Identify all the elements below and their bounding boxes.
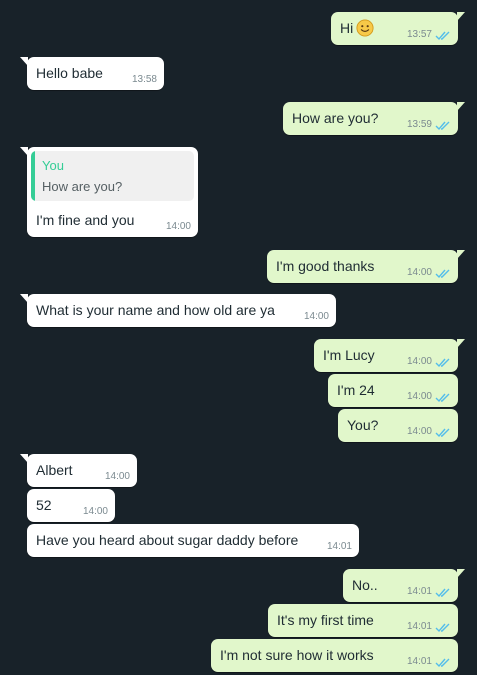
message-time: 13:59 <box>406 119 432 130</box>
message-text: Hi <box>340 20 354 36</box>
double-check-read-icon <box>435 658 450 667</box>
message-meta: 14:01 <box>407 621 451 633</box>
double-check-read-icon <box>435 269 450 278</box>
message-text: Have you heard about sugar daddy before <box>36 532 299 548</box>
message-meta: 14:00 <box>407 356 451 368</box>
bubble-tail <box>20 454 28 463</box>
message-text: Albert <box>36 462 73 478</box>
message-text: I'm 24 <box>337 382 375 398</box>
message-meta: 13:59 <box>407 119 451 131</box>
message-text: 52 <box>36 497 52 513</box>
quote-accent-bar <box>31 151 35 201</box>
message-text: How are you? <box>292 110 379 126</box>
message-text: It's my first time <box>277 612 374 628</box>
message-meta: 14:00 <box>407 391 451 403</box>
chat-message-list: Hi 13:57 Hello babe 13:58 How are you? 1… <box>0 0 477 675</box>
message-meta: 14:01 <box>327 541 352 553</box>
message-text: No.. <box>352 577 378 593</box>
outgoing-message[interactable]: I'm 24 14:00 <box>328 374 458 407</box>
bubble-tail <box>457 339 465 348</box>
outgoing-message[interactable]: Hi 13:57 <box>331 12 465 45</box>
message-text: You? <box>347 417 379 433</box>
message-text: I'm Lucy <box>323 347 375 363</box>
incoming-message[interactable]: Albert 14:00 <box>20 454 137 487</box>
double-check-read-icon <box>435 31 450 40</box>
incoming-message[interactable]: Hello babe 13:58 <box>20 57 164 90</box>
message-meta: 13:57 <box>407 29 451 41</box>
message-meta: 14:00 <box>407 267 451 279</box>
message-time: 14:01 <box>406 656 432 667</box>
message-meta: 14:00 <box>83 506 108 518</box>
message-meta: 14:01 <box>407 586 451 598</box>
outgoing-message[interactable]: No.. 14:01 <box>343 569 465 602</box>
double-check-read-icon <box>435 393 450 402</box>
message-meta: 14:00 <box>304 311 329 323</box>
message-time: 14:00 <box>406 267 432 278</box>
bubble-tail <box>457 569 465 578</box>
bubble-tail <box>457 12 465 21</box>
bubble-tail <box>20 57 28 66</box>
message-meta: 14:00 <box>166 221 191 233</box>
message-time: 14:00 <box>406 356 432 367</box>
quoted-author: You <box>42 158 64 173</box>
double-check-read-icon <box>435 623 450 632</box>
double-check-read-icon <box>435 121 450 130</box>
bubble-tail <box>457 102 465 111</box>
message-time: 14:01 <box>326 541 352 552</box>
double-check-read-icon <box>435 358 450 367</box>
message-meta: 14:01 <box>407 656 451 668</box>
bubble-tail <box>20 294 28 303</box>
message-time: 14:01 <box>406 621 432 632</box>
message-time: 14:00 <box>406 426 432 437</box>
message-meta: 14:00 <box>407 426 451 438</box>
bubble-tail <box>457 250 465 259</box>
message-time: 14:00 <box>82 506 108 517</box>
message-time: 14:00 <box>406 391 432 402</box>
message-text: Hello babe <box>36 65 103 81</box>
message-text: I'm good thanks <box>276 258 375 274</box>
incoming-message[interactable]: What is your name and how old are ya 14:… <box>20 294 336 327</box>
message-time: 14:00 <box>165 221 191 232</box>
message-time: 14:01 <box>406 586 432 597</box>
message-meta: 14:00 <box>105 471 130 483</box>
incoming-message[interactable]: Have you heard about sugar daddy before … <box>27 524 359 557</box>
message-time: 14:00 <box>303 311 329 322</box>
outgoing-message[interactable]: How are you? 13:59 <box>283 102 465 135</box>
message-text: What is your name and how old are ya <box>36 302 275 318</box>
message-time: 13:58 <box>131 74 157 85</box>
message-text: I'm fine and you <box>36 212 135 228</box>
incoming-message[interactable]: 52 14:00 <box>27 489 115 522</box>
outgoing-message[interactable]: I'm Lucy 14:00 <box>314 339 465 372</box>
outgoing-message[interactable]: I'm good thanks 14:00 <box>267 250 465 283</box>
double-check-read-icon <box>435 428 450 437</box>
message-time: 13:57 <box>406 29 432 40</box>
double-check-read-icon <box>435 588 450 597</box>
message-text: I'm not sure how it works <box>220 647 374 663</box>
outgoing-message[interactable]: You? 14:00 <box>338 409 458 442</box>
message-time: 14:00 <box>104 471 130 482</box>
slightly-smiling-face-icon <box>356 19 374 37</box>
incoming-reply-message[interactable]: You How are you? I'm fine and you 14:00 <box>20 147 198 237</box>
quoted-text: How are you? <box>42 179 123 194</box>
outgoing-message[interactable]: I'm not sure how it works 14:01 <box>211 639 458 672</box>
quoted-message[interactable]: You How are you? <box>31 151 194 201</box>
bubble-tail <box>20 147 28 156</box>
message-meta: 13:58 <box>132 74 157 86</box>
outgoing-message[interactable]: It's my first time 14:01 <box>268 604 458 637</box>
